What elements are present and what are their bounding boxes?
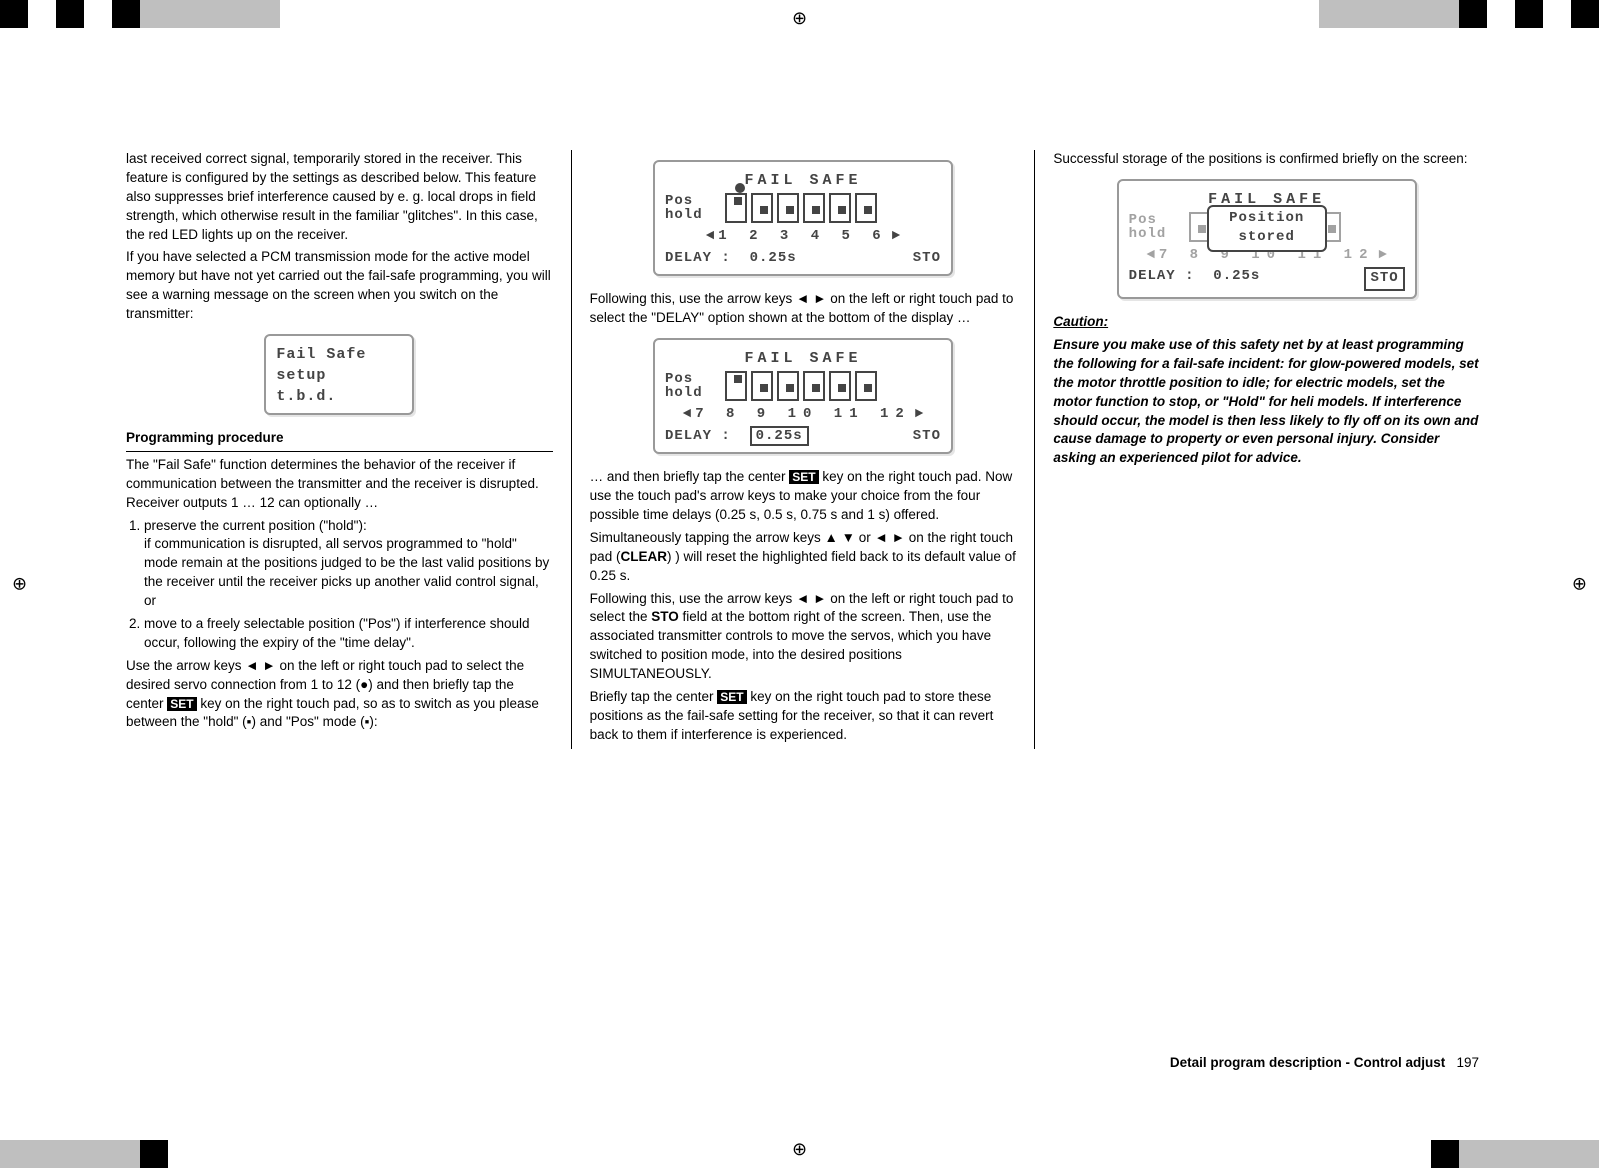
para: The "Fail Safe" function determines the … [126,456,553,513]
popup-line: stored [1215,228,1319,248]
caution-body: Ensure you make use of this safety net b… [1053,336,1480,468]
servo-icon [855,371,877,401]
para: Following this, use the arrow keys ◄ ► o… [590,590,1017,684]
servo-icon [829,193,851,223]
lcd-label: hold [665,208,725,222]
servo-icon [855,193,877,223]
lcd-failsafe-1: FAIL SAFE Pos hold ◄1 2 3 4 5 6► DELAY : [653,160,953,276]
clear-key: CLEAR [620,549,667,564]
popup-position-stored: Position stored [1207,205,1327,252]
registration-mark-top: ⊕ [792,6,807,31]
column-3: Successful storage of the positions is c… [1034,150,1498,749]
set-key: SET [789,470,818,484]
lcd-failsafe-stored: FAIL SAFE Position stored Pos hold [1117,179,1417,299]
lcd-failsafe-2: FAIL SAFE Pos hold ◄7 8 9 10 11 12► DELA… [653,338,953,454]
para: Use the arrow keys ◄ ► on the left or ri… [126,657,553,733]
list-text: preserve the current position ("hold"): [144,518,367,533]
heading: Programming procedure [126,429,553,452]
servo-icon [751,193,773,223]
lcd-line: t.b.d. [276,386,402,407]
lcd-sto: STO [913,427,941,447]
servo-track [725,191,941,225]
set-key: SET [717,690,746,704]
registration-mark-left: ⊕ [12,571,27,596]
para: last received correct signal, temporaril… [126,150,553,244]
bottom-color-bar [0,1140,1599,1168]
lcd-line: setup [276,365,402,386]
para: If you have selected a PCM transmission … [126,248,553,324]
lcd-delay: DELAY : 0.25s [665,427,809,447]
lcd-title: FAIL SAFE [665,170,941,191]
lcd-delay: DELAY : 0.25s [665,249,797,269]
para: Briefly tap the center SET key on the ri… [590,688,1017,745]
lcd-line: Fail Safe [276,344,402,365]
servo-icon [725,193,747,223]
para: Following this, use the arrow keys ◄ ► o… [590,290,1017,328]
list-item: preserve the current position ("hold"): … [144,517,553,611]
footer-label: Detail program description - Control adj… [1170,1055,1445,1070]
registration-mark-right: ⊕ [1572,571,1587,596]
servo-track [725,369,941,403]
lcd-label: Pos [665,372,725,386]
servo-icon [777,371,799,401]
lcd-label: Pos [1129,213,1189,227]
column-2: FAIL SAFE Pos hold ◄1 2 3 4 5 6► DELAY : [571,150,1035,749]
text: … and then briefly tap the center [590,469,790,484]
page-footer: Detail program description - Control adj… [1170,1054,1479,1073]
servo-icon [777,193,799,223]
lcd-axis: ◄1 2 3 4 5 6► [665,227,941,247]
servo-icon [803,193,825,223]
page-number: 197 [1456,1055,1479,1070]
list-subtext: if communication is disrupted, all servo… [144,535,553,611]
sto-key: STO [651,609,679,624]
text: Briefly tap the center [590,689,718,704]
lcd-warning: Fail Safe setup t.b.d. [264,334,414,415]
servo-icon [803,371,825,401]
lcd-title: FAIL SAFE [665,348,941,369]
servo-icon [829,371,851,401]
ordered-list: preserve the current position ("hold"): … [144,517,553,653]
lcd-delay: DELAY : 0.25s [1129,267,1261,291]
servo-icon [751,371,773,401]
lcd-sto: STO [913,249,941,269]
lcd-label: hold [1129,227,1189,241]
popup-line: Position [1215,209,1319,229]
para: … and then briefly tap the center SET ke… [590,468,1017,525]
lcd-label: Pos [665,194,725,208]
column-1: last received correct signal, temporaril… [108,150,571,749]
caution-heading: Caution: [1053,313,1480,332]
set-key: SET [167,697,196,711]
servo-icon [725,371,747,401]
lcd-label: hold [665,386,725,400]
lcd-sto: STO [1364,267,1404,291]
para: Simultaneously tapping the arrow keys ▲ … [590,529,1017,586]
list-item: move to a freely selectable position ("P… [144,615,553,653]
lcd-axis: ◄7 8 9 10 11 12► [665,405,941,425]
page-content: last received correct signal, temporaril… [108,150,1498,749]
para: Successful storage of the positions is c… [1053,150,1480,169]
